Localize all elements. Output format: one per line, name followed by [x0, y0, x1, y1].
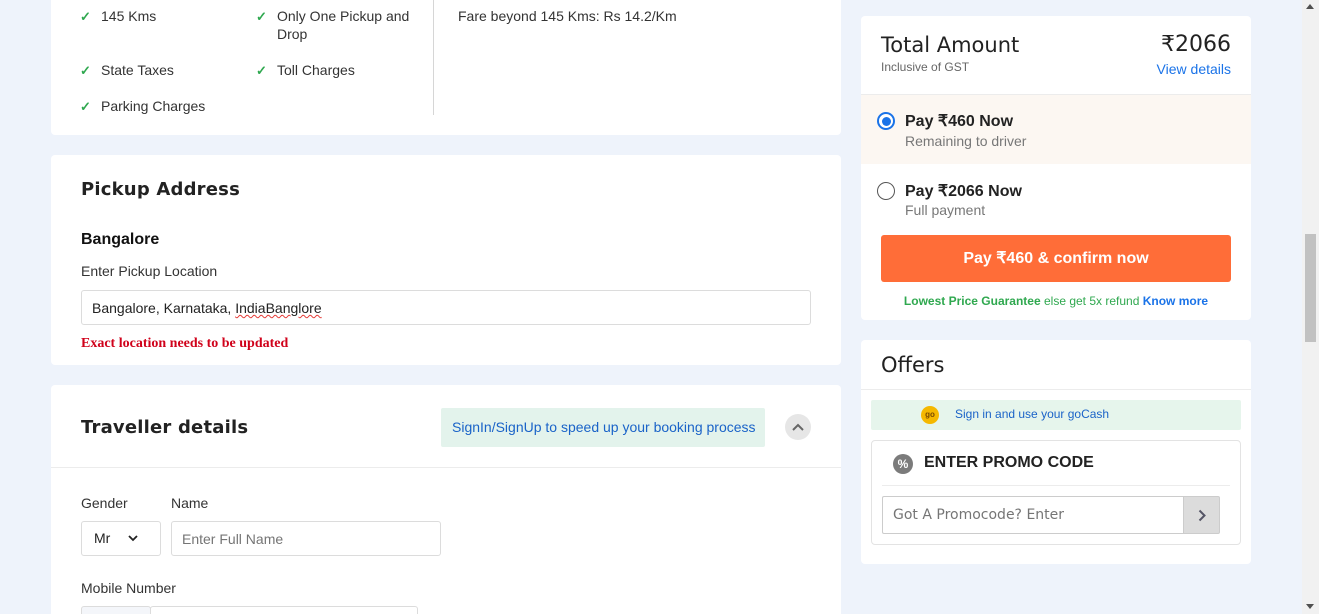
view-details-link[interactable]: View details: [1157, 61, 1231, 77]
payment-card: Total Amount ₹2066 Inclusive of GST View…: [861, 16, 1251, 320]
inclusion-item: 145 Kms: [101, 8, 157, 24]
pickup-location-label: Enter Pickup Location: [81, 263, 218, 279]
promo-percent-icon: %: [893, 454, 913, 474]
collapse-button[interactable]: [785, 414, 811, 440]
check-icon: ✓: [80, 9, 91, 24]
location-warning: Exact location needs to be updated: [81, 336, 289, 351]
promo-apply-button[interactable]: [1183, 496, 1220, 534]
offers-title: Offers: [881, 353, 945, 377]
divider: [51, 467, 841, 468]
traveller-details-card: Traveller details SignIn/SignUp to speed…: [51, 385, 841, 614]
mobile-label: Mobile Number: [81, 580, 176, 596]
divider: [861, 389, 1251, 390]
check-icon: ✓: [256, 63, 267, 78]
pickup-location-value: Bangalore, Karnataka,: [92, 300, 236, 316]
section-title: Traveller details: [81, 417, 249, 438]
guarantee-text: else get 5x refund: [1040, 294, 1143, 308]
divider: [433, 0, 434, 115]
pay-option-title: Pay ₹2066 Now: [905, 183, 1022, 200]
pickup-location-input[interactable]: Bangalore, Karnataka, IndiaBanglore: [81, 290, 811, 325]
gocash-text: Sign in and use your goCash: [955, 407, 1110, 421]
scrollbar-thumb[interactable]: [1305, 234, 1316, 342]
gocash-badge-text: go: [925, 410, 935, 419]
inclusion-item: Toll Charges: [277, 62, 355, 78]
signin-banner[interactable]: SignIn/SignUp to speed up your booking p…: [441, 408, 765, 447]
scroll-up-arrow[interactable]: [1306, 4, 1314, 9]
page-scrollbar[interactable]: [1302, 0, 1319, 614]
guarantee-label: Lowest Price Guarantee: [903, 294, 1041, 308]
check-icon: ✓: [256, 9, 267, 24]
chevron-down-icon: [128, 535, 138, 542]
pay-option-partial[interactable]: Pay ₹460 Now Remaining to driver: [861, 95, 1251, 164]
promo-code-input[interactable]: [882, 496, 1184, 534]
pickup-city: Bangalore: [81, 231, 160, 248]
country-code-select[interactable]: [81, 606, 151, 614]
chevron-up-icon: [792, 423, 804, 431]
divider: [882, 485, 1230, 486]
radio-selected-icon[interactable]: [877, 112, 895, 130]
pickup-location-misspelled: IndiaBanglore: [235, 300, 322, 316]
check-icon: ✓: [80, 63, 91, 78]
promo-box: % ENTER PROMO CODE: [871, 440, 1241, 545]
name-input[interactable]: [171, 521, 441, 556]
gender-select[interactable]: Mr: [81, 521, 161, 556]
gst-note: Inclusive of GST: [881, 60, 970, 74]
promo-title: ENTER PROMO CODE: [924, 454, 1094, 471]
radio-unselected-icon[interactable]: [877, 182, 895, 200]
section-title: Pickup Address: [81, 179, 240, 200]
pay-option-title: Pay ₹460 Now: [905, 113, 1014, 130]
check-icon: ✓: [80, 99, 91, 114]
gocash-banner[interactable]: go Sign in and use your goCash: [871, 400, 1241, 430]
gender-label: Gender: [81, 495, 128, 511]
pay-option-subtitle: Full payment: [905, 202, 986, 218]
gender-value: Mr: [94, 530, 111, 546]
offers-card: Offers go Sign in and use your goCash % …: [861, 340, 1251, 564]
confirm-pay-button[interactable]: Pay ₹460 & confirm now: [881, 235, 1231, 282]
inclusion-item: State Taxes: [101, 62, 174, 78]
scroll-down-arrow[interactable]: [1306, 604, 1314, 609]
pickup-address-card: Pickup Address Bangalore Enter Pickup Lo…: [51, 155, 841, 365]
total-label: Total Amount: [881, 33, 1020, 57]
inclusion-item: Only One Pickup and Drop: [277, 8, 410, 42]
inclusions-card: ✓ 145 Kms ✓ Only One Pickup and Drop ✓ S…: [51, 0, 841, 135]
pay-option-subtitle: Remaining to driver: [905, 133, 1027, 149]
price-guarantee: Lowest Price Guarantee else get 5x refun…: [861, 294, 1251, 308]
pay-option-full[interactable]: Pay ₹2066 Now Full payment: [861, 165, 1251, 229]
total-value: ₹2066: [1161, 32, 1231, 57]
gocash-coin-icon: go: [921, 406, 939, 424]
know-more-link[interactable]: Know more: [1143, 294, 1208, 308]
name-label: Name: [171, 495, 209, 511]
chevron-right-icon: [1198, 509, 1206, 521]
inclusion-item: Parking Charges: [101, 98, 206, 114]
mobile-input[interactable]: [150, 606, 418, 614]
fare-note: Fare beyond 145 Kms: Rs 14.2/Km: [458, 8, 677, 24]
